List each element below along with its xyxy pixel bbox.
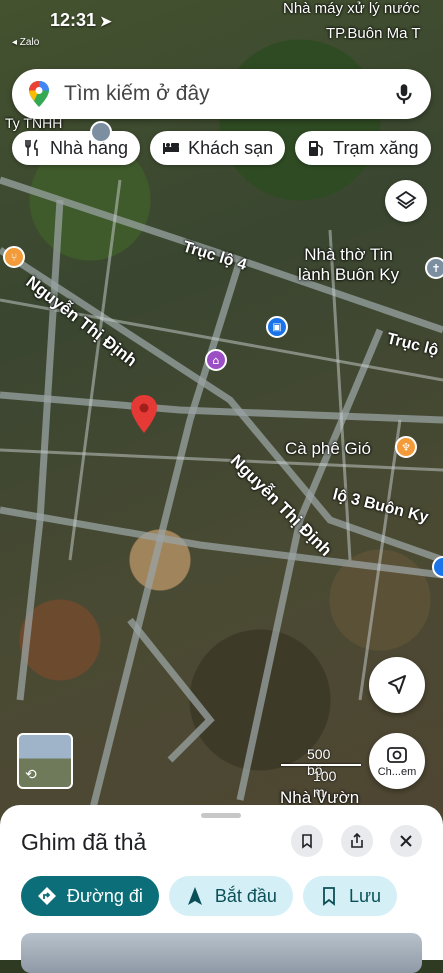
cafe-poi-icon[interactable]: ♆ bbox=[395, 436, 417, 458]
save-label: Lưu bbox=[348, 885, 382, 906]
street-view-thumbnail[interactable]: ⟲ bbox=[17, 733, 73, 789]
church-poi-icon[interactable]: ✝ bbox=[425, 257, 443, 279]
directions-icon bbox=[38, 887, 56, 905]
chip-hotels[interactable]: Khách sạn bbox=[150, 131, 286, 165]
sheet-title: Ghim đã thả bbox=[21, 829, 147, 855]
search-input[interactable]: Tìm kiếm ở đây bbox=[64, 82, 391, 106]
close-button[interactable] bbox=[390, 825, 422, 857]
rotate-360-icon: ⟲ bbox=[25, 767, 37, 783]
photo-button-label: Ch...em bbox=[377, 766, 417, 778]
sheet-drag-handle[interactable] bbox=[201, 813, 241, 818]
map-label-water-plant[interactable]: Nhà máy xử lý nước bbox=[283, 0, 420, 17]
place-photo-strip[interactable] bbox=[21, 933, 422, 973]
directions-button[interactable]: Đường đi bbox=[21, 876, 159, 916]
scale-bar bbox=[281, 764, 361, 766]
photo-button[interactable]: Ch...em bbox=[369, 733, 425, 789]
share-button[interactable] bbox=[341, 825, 373, 857]
bookmark-icon bbox=[323, 887, 335, 906]
chip-gas-stations[interactable]: Trạm xăng bbox=[295, 131, 431, 165]
status-time: 12:31 ➤ bbox=[50, 10, 112, 30]
start-label: Bắt đầu bbox=[214, 885, 277, 906]
hotel-icon bbox=[163, 143, 180, 154]
layers-icon bbox=[395, 190, 417, 210]
save-icon-button[interactable] bbox=[291, 825, 323, 857]
chip-restaurants[interactable]: Nhà hàng bbox=[12, 131, 141, 165]
microphone-icon[interactable] bbox=[391, 81, 417, 107]
save-button[interactable]: Lưu bbox=[302, 876, 398, 916]
bus-stop-icon[interactable]: ▣ bbox=[266, 316, 288, 338]
map-label-church[interactable]: Nhà thờ Tin lành Buôn Ky bbox=[298, 245, 399, 284]
my-location-button[interactable] bbox=[369, 657, 425, 713]
close-icon bbox=[400, 835, 412, 847]
map-label-cafe[interactable]: Cà phê Gió bbox=[285, 439, 371, 459]
search-bar[interactable]: Tìm kiếm ở đây bbox=[12, 69, 431, 119]
bottom-sheet[interactable]: Ghim đã thả Đường đi Bắt đầu Lưu bbox=[0, 805, 443, 973]
place-of-worship-icon[interactable]: ⌂ bbox=[205, 349, 227, 371]
navigation-arrow-icon bbox=[388, 675, 406, 694]
layers-button[interactable] bbox=[385, 180, 427, 222]
google-maps-logo-icon bbox=[29, 81, 49, 107]
chip-label: Nhà hàng bbox=[50, 137, 129, 158]
start-button[interactable]: Bắt đầu bbox=[168, 876, 293, 916]
directions-label: Đường đi bbox=[67, 885, 143, 906]
restaurant-poi-icon[interactable]: ⑂ bbox=[3, 246, 25, 268]
location-arrow-icon: ➤ bbox=[100, 13, 112, 29]
dropped-pin-icon[interactable] bbox=[131, 395, 157, 433]
category-chips: Nhà hàng Khách sạn Trạm xăng bbox=[12, 131, 431, 165]
chip-label: Trạm xăng bbox=[333, 137, 419, 158]
action-buttons: Đường đi Bắt đầu Lưu bbox=[21, 876, 398, 916]
chip-label: Khách sạn bbox=[188, 137, 274, 158]
map-label-city[interactable]: TP.Buôn Ma T bbox=[326, 25, 421, 42]
camera-icon bbox=[387, 747, 407, 763]
company-poi-icon[interactable] bbox=[90, 121, 112, 143]
back-to-app[interactable]: ◂ Zalo bbox=[12, 37, 39, 48]
scale-meters: 100 m bbox=[313, 768, 337, 800]
restaurant-icon bbox=[25, 139, 38, 156]
bookmark-icon bbox=[302, 834, 312, 849]
gas-station-icon bbox=[309, 141, 323, 156]
share-icon bbox=[351, 833, 363, 848]
navigation-arrow-icon bbox=[187, 887, 202, 905]
